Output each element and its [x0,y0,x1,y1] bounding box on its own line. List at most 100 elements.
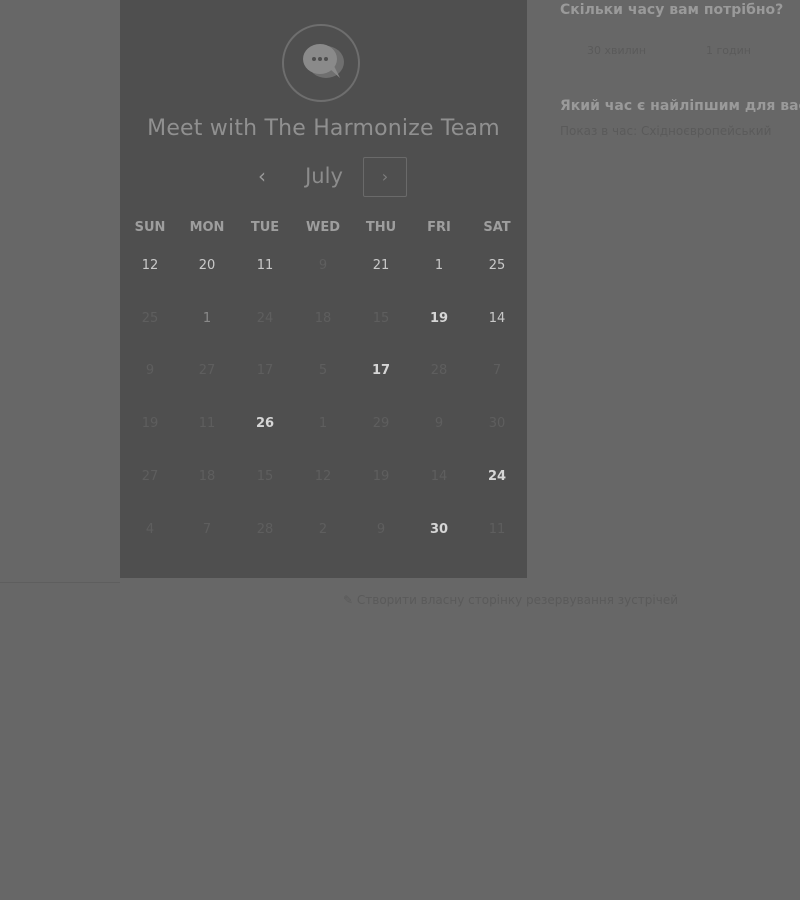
calendar-day[interactable]: 25 [471,240,523,292]
calendar-day[interactable]: 21 [355,240,407,292]
calendar-day-number: 18 [198,469,216,484]
calendar-day: 25 [124,293,176,345]
calendar-day-number: 11 [488,522,506,537]
calendar-day-number: 9 [434,416,444,431]
calendar-day-number: 19 [372,469,390,484]
calendar-day-number: 28 [430,363,448,378]
calendar-day: 9 [355,504,407,556]
calendar-day-number: 25 [488,258,506,273]
calendar-day: 17 [239,345,291,397]
calendar-day-number: 9 [318,258,328,273]
weekday-wed: WED [305,220,340,235]
next-month-button[interactable]: › [363,157,407,197]
create-booking-page-link[interactable]: ✎ Створити власну сторінку резервування … [343,593,678,607]
calendar-day-number: 12 [314,469,332,484]
prev-month-button[interactable]: ‹ [245,159,279,193]
month-navigation: ‹ July › [120,155,527,197]
calendar-day-number: 20 [198,258,216,273]
calendar-day[interactable]: 30 [413,504,465,556]
calendar-day: 7 [471,345,523,397]
calendar-day: 7 [181,504,233,556]
weekday-mon: MON [189,220,225,235]
duration-option-1hour[interactable]: 1 годин [706,44,751,57]
selected-day[interactable]: 1 [181,293,233,345]
calendar-day[interactable]: 12 [124,240,176,292]
calendar-day: 4 [124,504,176,556]
calendar-day[interactable]: 17 [355,345,407,397]
calendar-day: 15 [239,451,291,503]
calendar-day-number: 27 [198,363,216,378]
booking-options: Скільки часу вам потрібно? 30 хвилин 1 г… [560,0,800,580]
calendar-day: 15 [355,293,407,345]
duration-option-30min[interactable]: 30 хвилин [587,44,646,57]
calendar-day: 27 [181,345,233,397]
calendar-day-number: 30 [429,522,449,537]
calendar-day: 12 [297,451,349,503]
calendar-day[interactable]: 19 [413,293,465,345]
calendar-day: 28 [413,345,465,397]
calendar-day-number: 9 [376,522,386,537]
calendar-day: 9 [297,240,349,292]
calendar-day-number: 9 [145,363,155,378]
calendar-day: 18 [297,293,349,345]
calendar-day-number: 12 [141,258,159,273]
calendar-day-number: 17 [256,363,274,378]
calendar-day[interactable]: 14 [471,293,523,345]
calendar-day: 30 [471,398,523,450]
weekday-sun: SUN [134,220,166,235]
calendar-day: 24 [239,293,291,345]
calendar-day: 19 [124,398,176,450]
calendar-day-number: 7 [202,522,212,537]
weekday-fri: FRI [427,220,451,235]
calendar-day-number: 15 [372,311,390,326]
calendar-day-number: 29 [372,416,390,431]
calendar-day-number: 7 [492,363,502,378]
calendar-day[interactable]: 24 [471,451,523,503]
calendar-day-number: 1 [202,311,212,326]
weekday-sat: SAT [483,220,511,235]
chat-bubble-logo-icon [282,24,360,102]
calendar-day-number: 26 [255,416,275,431]
calendar-day-number: 2 [318,522,328,537]
calendar-day: 19 [355,451,407,503]
calendar-day-number: 1 [318,416,328,431]
calendar-grid: 12 20 11 9 21 1 25 25 1 24 18 15 19 14 9 27 17 5 17 28 7 19 11… [120,240,527,560]
calendar-day: 18 [181,451,233,503]
calendar-day[interactable]: 11 [239,240,291,292]
calendar-day: 29 [355,398,407,450]
calendar-day-number: 21 [372,258,390,273]
weekday-header: SUN MON TUE WED THU FRI SAT [120,220,527,240]
timezone-label: Показ в час: Східноєвропейський [560,124,772,138]
calendar-day: 9 [124,345,176,397]
calendar-day-number: 27 [141,469,159,484]
calendar-day-number: 19 [429,311,449,326]
calendar-day-number: 5 [318,363,328,378]
calendar-day-number: 30 [488,416,506,431]
calendar-day-number: 24 [256,311,274,326]
calendar-day-number: 17 [371,363,391,378]
calendar-day: 11 [181,398,233,450]
calendar-day-number: 14 [488,311,506,326]
calendar-day: 2 [297,504,349,556]
calendar-panel: Meet with The Harmonize Team ‹ July › SU… [120,0,527,578]
calendar-day-number: 28 [256,522,274,537]
left-margin [0,0,120,583]
weekday-tue: TUE [250,220,280,235]
calendar-day: 27 [124,451,176,503]
calendar-day-number: 18 [314,311,332,326]
calendar-day-number: 24 [487,469,507,484]
calendar-day: 5 [297,345,349,397]
calendar-day[interactable]: 1 [413,240,465,292]
calendar-day-number: 19 [141,416,159,431]
calendar-day-number: 14 [430,469,448,484]
calendar-day-number: 11 [198,416,216,431]
calendar-day[interactable]: 20 [181,240,233,292]
calendar-day: 11 [471,504,523,556]
calendar-day: 9 [413,398,465,450]
time-question: Який час є найліпшим для вас? [560,98,800,114]
calendar-day-number: 11 [256,258,274,273]
calendar-day[interactable]: 26 [239,398,291,450]
duration-question: Скільки часу вам потрібно? [560,2,784,18]
calendar-day-number: 4 [145,522,155,537]
create-booking-page-label: Створити власну сторінку резервування зу… [356,593,679,607]
